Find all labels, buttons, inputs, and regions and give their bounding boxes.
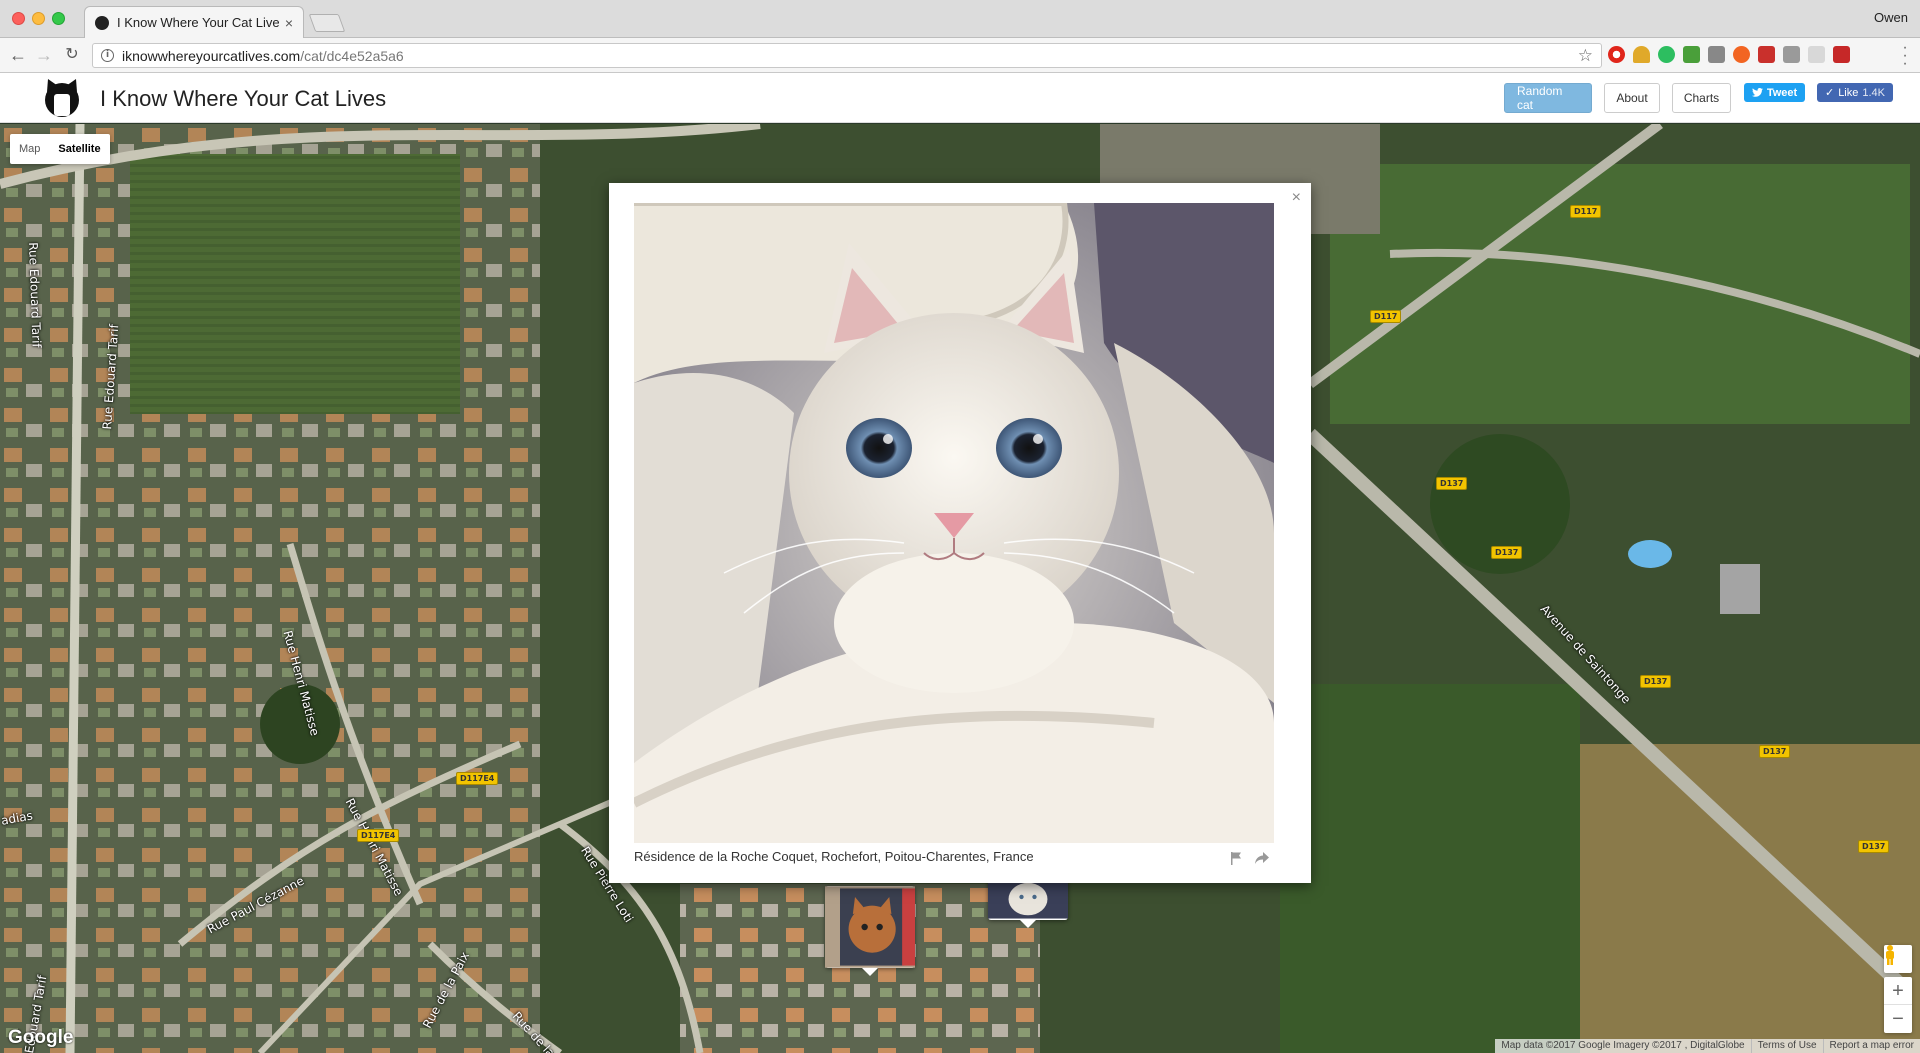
url-host: iknowwhereyourcatlives.com — [122, 47, 301, 64]
close-window-button[interactable] — [12, 12, 25, 25]
reload-icon[interactable]: ↻ — [62, 45, 82, 65]
browser-menu-icon[interactable]: · · · — [1900, 40, 1910, 72]
flag-icon[interactable] — [1229, 851, 1243, 865]
reader-extension-icon[interactable] — [1708, 46, 1725, 63]
map-attribution: Map data ©2017 Google Imagery ©2017 , Di… — [1495, 1039, 1920, 1053]
address-bar[interactable]: i iknowwhereyourcatlives.com/cat/dc4e52a… — [92, 43, 1602, 68]
tweet-button[interactable]: Tweet — [1744, 83, 1805, 102]
route-shield: D117E4 — [357, 829, 400, 842]
modal-close-button[interactable]: × — [1292, 189, 1301, 207]
cat-location-caption: Résidence de la Roche Coquet, Rochefort,… — [634, 849, 1034, 864]
browser-tab[interactable]: I Know Where Your Cat Lives × — [84, 6, 304, 38]
map-data-text: Map data ©2017 Google Imagery ©2017 , Di… — [1501, 1040, 1745, 1051]
info-icon[interactable]: i — [101, 49, 114, 62]
route-shield: D137 — [1491, 546, 1523, 559]
map-type-satellite[interactable]: Satellite — [49, 134, 109, 164]
tab-title: I Know Where Your Cat Lives — [117, 15, 279, 30]
cat-photo-image — [634, 203, 1274, 843]
site-title[interactable]: I Know Where Your Cat Lives — [100, 86, 386, 112]
map-type-control: Map Satellite — [10, 134, 110, 164]
key-extension-icon[interactable] — [1633, 46, 1650, 63]
like-count: 1.4K — [1862, 86, 1886, 99]
browser-toolbar: ← → ↻ i iknowwhereyourcatlives.com/cat/d… — [0, 38, 1920, 73]
cat-favicon-icon — [95, 15, 109, 30]
twitter-bird-icon — [1751, 88, 1763, 97]
share-icon[interactable] — [1254, 851, 1270, 865]
json-extension-icon[interactable] — [1808, 46, 1825, 63]
route-shield: D137 — [1759, 745, 1791, 758]
map-type-map[interactable]: Map — [10, 134, 49, 164]
fullscreen-window-button[interactable] — [52, 12, 65, 25]
puzzle-extension-icon[interactable] — [1683, 46, 1700, 63]
url-path: /cat/dc4e52a5a6 — [300, 47, 404, 64]
charts-button[interactable]: Charts — [1672, 83, 1731, 113]
site-header: I Know Where Your Cat Lives Random cat A… — [0, 73, 1920, 123]
forward-arrow-icon[interactable]: → — [34, 45, 54, 65]
zoom-in-button[interactable]: + — [1884, 977, 1912, 1005]
route-shield: D137 — [1436, 477, 1468, 490]
bookmark-star-icon[interactable]: ☆ — [1578, 46, 1593, 66]
route-shield: D137 — [1858, 840, 1890, 853]
tweet-label: Tweet — [1766, 86, 1798, 99]
orange-extension-icon[interactable] — [1733, 46, 1750, 63]
tab-close-icon[interactable]: × — [285, 15, 293, 31]
zoom-control: + − — [1884, 977, 1912, 1033]
minimize-window-button[interactable] — [32, 12, 45, 25]
extensions-bar — [1608, 46, 1850, 63]
cat-marker[interactable] — [825, 886, 915, 976]
cat-photo-modal: × Résidence de la Roche Coquet, Rochefor… — [609, 183, 1311, 883]
profile-name[interactable]: Owen — [1874, 10, 1908, 25]
route-shield: D117E4 — [456, 772, 499, 785]
new-tab-button[interactable] — [308, 14, 346, 32]
route-shield: D117 — [1570, 205, 1602, 218]
cat-logo-icon[interactable] — [40, 78, 84, 118]
route-shield: D137 — [1640, 675, 1672, 688]
about-button[interactable]: About — [1604, 83, 1660, 113]
street-view-pegman-icon[interactable] — [1884, 945, 1912, 973]
route-shield: D117 — [1370, 310, 1402, 323]
random-cat-button[interactable]: Random cat — [1504, 83, 1592, 113]
cat-photo — [634, 203, 1274, 843]
cat-thumbnail-image — [825, 886, 915, 968]
zoom-out-button[interactable]: − — [1884, 1005, 1912, 1033]
browser-tabstrip: I Know Where Your Cat Lives × Owen — [0, 0, 1920, 38]
google-logo[interactable]: Google — [8, 1027, 73, 1049]
facebook-like-button[interactable]: ✓ Like 1.4K — [1817, 83, 1893, 102]
terms-of-use-link[interactable]: Terms of Use — [1750, 1039, 1823, 1053]
opera-extension-icon[interactable] — [1608, 46, 1625, 63]
back-arrow-icon[interactable]: ← — [8, 45, 28, 65]
like-label: Like — [1838, 86, 1859, 99]
evernote-extension-icon[interactable] — [1658, 46, 1675, 63]
image-extension-icon[interactable] — [1783, 46, 1800, 63]
report-map-error-link[interactable]: Report a map error — [1822, 1039, 1920, 1053]
red-extension-icon[interactable] — [1758, 46, 1775, 63]
m-extension-icon[interactable] — [1833, 46, 1850, 63]
check-icon: ✓ — [1824, 87, 1835, 99]
